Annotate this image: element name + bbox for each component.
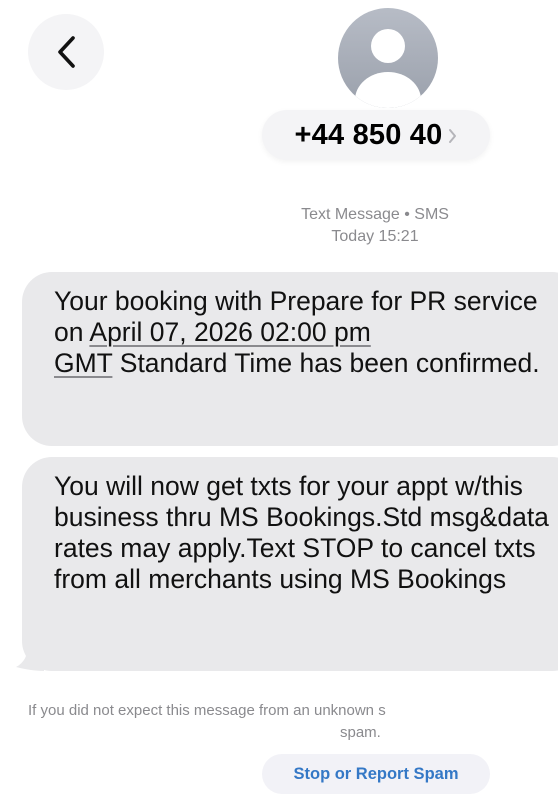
back-button[interactable]: [28, 14, 104, 90]
contact-number: +44 850 40: [294, 118, 443, 151]
notice-line-2: spam.: [340, 724, 381, 741]
chevron-right-icon: [448, 128, 457, 144]
bubble-tail: [16, 645, 44, 671]
person-silhouette-icon: [338, 8, 438, 108]
message-bubble[interactable]: You will now get txts for your appt w/th…: [16, 457, 558, 671]
message-bubble[interactable]: Your booking with Prepare for PR service…: [22, 272, 558, 446]
contact-avatar[interactable]: [338, 8, 438, 108]
unknown-sender-notice: If you did not expect this message from …: [0, 702, 558, 719]
chevron-left-icon: [56, 35, 76, 69]
message-timestamp: Today 15:21: [331, 228, 419, 245]
contact-info-button[interactable]: +44 850 40: [262, 110, 490, 160]
service-label: Text Message • SMS: [301, 206, 449, 223]
report-spam-button[interactable]: Stop or Report Spam: [262, 754, 490, 794]
message-text: Standard Time has been confirmed.: [112, 348, 540, 378]
date-link[interactable]: April 07, 2026 02:00 pm: [89, 317, 370, 347]
notice-line-1: If you did not expect this message from …: [28, 702, 386, 719]
message-text: You will now get txts for your appt w/th…: [54, 471, 549, 594]
timezone-link[interactable]: GMT: [54, 348, 112, 378]
